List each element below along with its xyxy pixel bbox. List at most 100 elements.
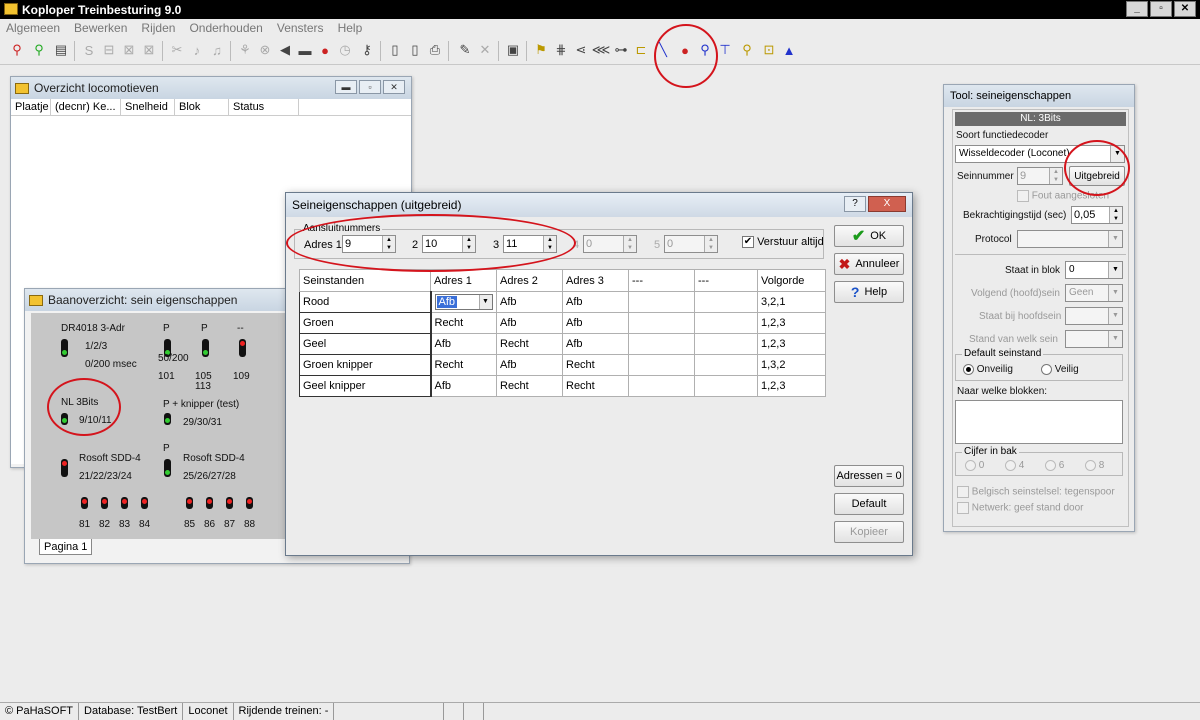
address-2-input[interactable]: 10 ▲ ▼	[422, 235, 476, 253]
signal-red-icon[interactable]: ⚲	[8, 41, 26, 59]
digit-0-radio[interactable]: 0	[965, 460, 984, 471]
speaker-icon[interactable]: ◀	[276, 41, 294, 59]
signal-p-2[interactable]	[202, 339, 209, 357]
signal-81[interactable]	[81, 497, 88, 509]
dialog-help-button[interactable]: ?	[844, 196, 866, 212]
signal-nl-3bits[interactable]	[61, 413, 68, 425]
table-cell[interactable]: Recht	[562, 354, 629, 376]
default-button[interactable]: Default	[834, 493, 904, 515]
relay-icon[interactable]: ⊡	[760, 41, 778, 59]
signal-properties-icon[interactable]: ●	[676, 41, 694, 59]
menu-vensters[interactable]: Vensters	[277, 21, 324, 35]
signal-p-knipper[interactable]	[164, 413, 171, 425]
no-entry-icon[interactable]: ⊗	[256, 41, 274, 59]
page-tab[interactable]: Pagina 1	[39, 539, 93, 555]
dialog-close-button[interactable]: X	[868, 196, 906, 212]
chevron-down-icon[interactable]: ▼	[478, 295, 492, 309]
locomotives-window-titlebar[interactable]: Overzicht locomotieven ▬ ▫ ✕	[11, 77, 411, 99]
table-cell[interactable]: 3,2,1	[757, 291, 826, 313]
menu-help[interactable]: Help	[338, 21, 363, 35]
table-cell[interactable]: Afb	[430, 375, 497, 397]
bell-icon[interactable]: ♪	[188, 41, 206, 59]
wand-icon[interactable]: ⚘	[236, 41, 254, 59]
table-cell[interactable]	[628, 333, 695, 355]
digit-8-radio[interactable]: 8	[1085, 460, 1104, 471]
menu-rijden[interactable]: Rijden	[141, 21, 175, 35]
table-cell[interactable]: Recht	[430, 312, 497, 334]
note-icon[interactable]: ♫	[208, 41, 226, 59]
save-icon[interactable]: ▣	[504, 41, 522, 59]
next-signal-select[interactable]: Geen ▼	[1065, 284, 1123, 302]
address-4-input[interactable]: 0 ▲ ▼	[583, 235, 637, 253]
signal-pole-icon[interactable]: ⚲	[696, 41, 714, 59]
decoder-type-select[interactable]: Wisseldecoder (Loconet) ▼	[955, 145, 1125, 163]
addresses-zero-button[interactable]: Adressen = 0	[834, 465, 904, 487]
signal-dash[interactable]	[239, 339, 246, 357]
switch-icon[interactable]: ⋖	[572, 41, 590, 59]
track-canvas[interactable]: DR4018 3-Adr 1/2/3 0/200 msec P 50/200 1…	[31, 313, 287, 539]
bulb-icon[interactable]: ⚲	[738, 41, 756, 59]
table-cell[interactable]: Recht	[430, 354, 497, 376]
signal-87[interactable]	[226, 497, 233, 509]
table-cell[interactable]: 1,2,3	[757, 333, 826, 355]
close-button[interactable]: ✕	[383, 80, 405, 94]
table-cell[interactable]	[628, 354, 695, 376]
table-cell[interactable]: Afb	[496, 291, 563, 313]
table-cell[interactable]: Afb	[496, 312, 563, 334]
signal-rosoft-1[interactable]	[61, 459, 68, 477]
extended-button[interactable]: Uitgebreid	[1069, 166, 1125, 186]
table-cell[interactable]	[694, 333, 758, 355]
copy-button[interactable]: Kopieer	[834, 521, 904, 543]
switch-left-icon[interactable]: ⋘	[592, 41, 611, 59]
signal-83[interactable]	[121, 497, 128, 509]
block-select[interactable]: 0 ▼	[1065, 261, 1123, 279]
table-cell[interactable]: Recht	[496, 333, 563, 355]
safe-radio[interactable]: Veilig	[1041, 364, 1079, 375]
track-icon[interactable]: ⊶	[612, 41, 630, 59]
minimize-button[interactable]: ▬	[335, 80, 357, 94]
signal-84[interactable]	[141, 497, 148, 509]
table-cell[interactable]	[628, 375, 695, 397]
clock-icon[interactable]: ◷	[336, 41, 354, 59]
diagonal-track-icon[interactable]: ╲	[654, 41, 672, 59]
close-button[interactable]: ✕	[1174, 1, 1196, 17]
address-5-input[interactable]: 0 ▲ ▼	[664, 235, 718, 253]
network-checkbox[interactable]: Netwerk: geef stand door	[957, 502, 1084, 514]
table-cell[interactable]	[628, 291, 695, 313]
tool-titlebar[interactable]: Tool: seineigenschappen	[944, 85, 1134, 107]
help-button[interactable]: ? Help	[834, 281, 904, 303]
route-icon[interactable]: ⚑	[532, 41, 550, 59]
key-icon[interactable]: ⚷	[358, 41, 376, 59]
table-cell[interactable]	[694, 312, 758, 334]
minimize-button[interactable]: _	[1126, 1, 1148, 17]
dialog-titlebar[interactable]: Seineigenschappen (uitgebreid) ? X	[286, 193, 912, 217]
signal-green-icon[interactable]: ⚲	[30, 41, 48, 59]
train-icon[interactable]: ▬	[296, 41, 314, 59]
digit-4-radio[interactable]: 4	[1005, 460, 1024, 471]
main-signal-select[interactable]: ▼	[1065, 307, 1123, 325]
wrong-connected-checkbox[interactable]: Fout aangesloten	[1017, 190, 1109, 202]
delete-icon[interactable]: ✕	[476, 41, 494, 59]
send-always-checkbox[interactable]: ✔ Verstuur altijd	[742, 236, 824, 249]
display-icon[interactable]: ▤	[52, 41, 70, 59]
protocol-select[interactable]: ▼	[1017, 230, 1123, 248]
blocks-input[interactable]	[955, 400, 1123, 444]
print-icon[interactable]: ⎙	[426, 41, 444, 59]
table-cell[interactable]	[694, 375, 758, 397]
menu-bewerken[interactable]: Bewerken	[74, 21, 127, 35]
belgian-checkbox[interactable]: Belgisch seinstelsel: tegenspoor	[957, 486, 1115, 498]
column-plaatje[interactable]: Plaatje	[11, 98, 51, 116]
digit-6-radio[interactable]: 6	[1045, 460, 1064, 471]
grid-icon[interactable]: ⊠	[120, 41, 138, 59]
table-cell[interactable]: Afb	[496, 354, 563, 376]
s-icon[interactable]: S	[80, 41, 98, 59]
signal-82[interactable]	[101, 497, 108, 509]
table-cell[interactable]: Afb	[562, 333, 629, 355]
table-cell[interactable]: 1,3,2	[757, 354, 826, 376]
block-detector-icon[interactable]: ⊏	[632, 41, 650, 59]
table-cell[interactable]: Afb	[562, 312, 629, 334]
column-decnr[interactable]: (decnr) Ke...	[51, 98, 121, 116]
position-signal-select[interactable]: ▼	[1065, 330, 1123, 348]
signal-85[interactable]	[186, 497, 193, 509]
table-cell-editing[interactable]: Afb ▼	[430, 291, 497, 313]
